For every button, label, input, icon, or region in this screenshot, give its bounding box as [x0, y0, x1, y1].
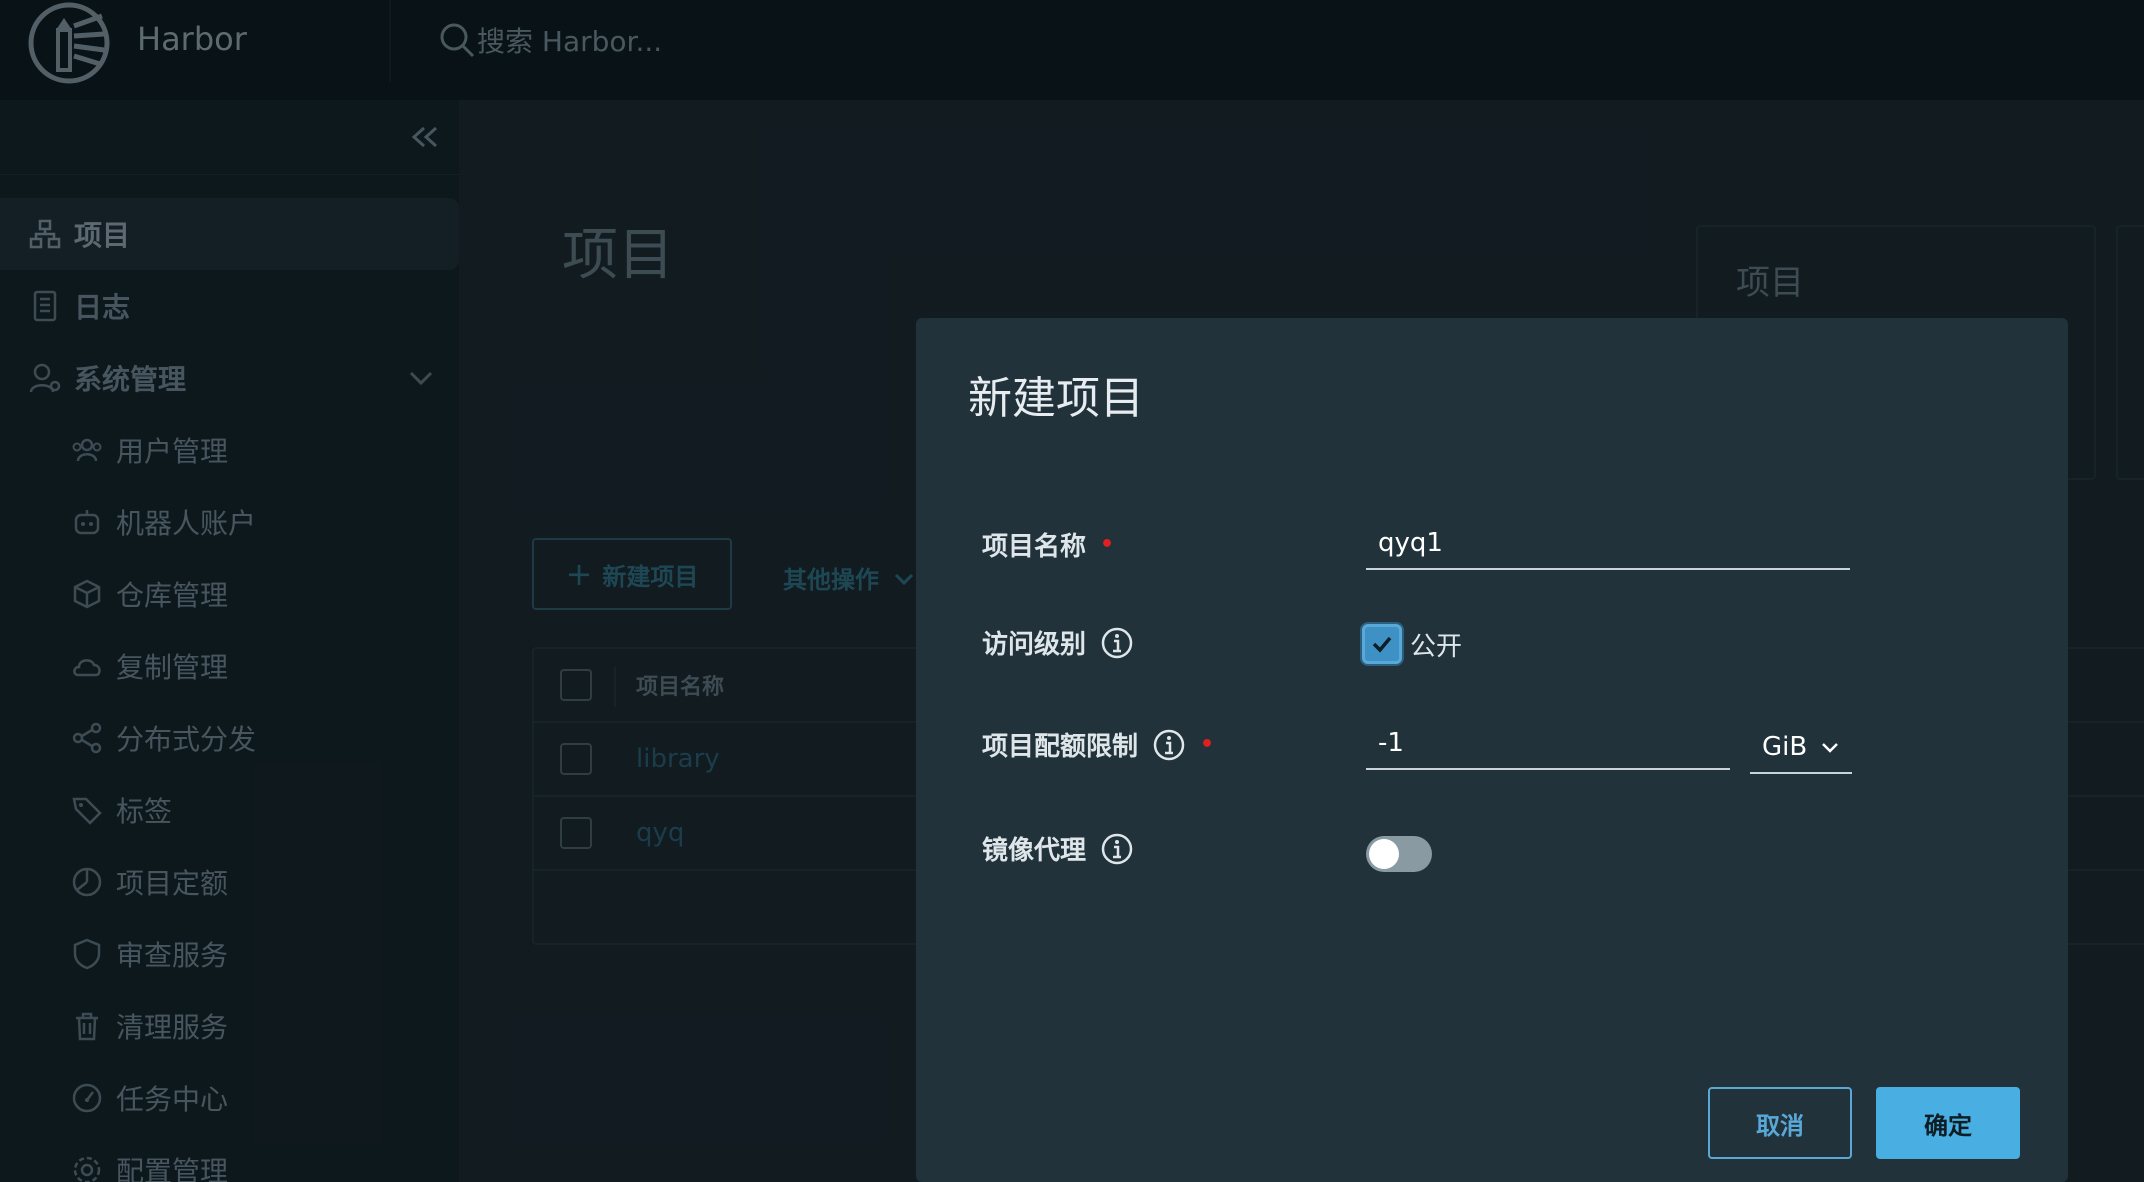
access-level-label-text: 访问级别 [982, 630, 1087, 660]
access-level-label: 访问级别 [982, 624, 1134, 661]
project-name-input[interactable]: qyq1 [1366, 518, 1850, 570]
toggle-knob [1369, 839, 1399, 869]
info-icon[interactable] [1152, 728, 1186, 762]
proxy-cache-toggle[interactable] [1366, 836, 1432, 872]
info-icon[interactable] [1100, 626, 1134, 660]
public-checkbox[interactable] [1362, 624, 1402, 664]
quota-label: 项目配额限制 • [982, 726, 1214, 763]
info-icon[interactable] [1100, 832, 1134, 866]
project-name-label: 项目名称 • [982, 526, 1114, 563]
proxy-cache-label: 镜像代理 [982, 830, 1134, 867]
chevron-down-icon [1822, 743, 1838, 753]
required-marker: • [1100, 532, 1115, 557]
required-marker: • [1200, 732, 1215, 757]
project-name-label-text: 项目名称 [982, 532, 1087, 562]
quota-unit-select[interactable]: GiB [1750, 722, 1852, 774]
new-project-dialog: 新建项目 项目名称 • qyq1 访问级别 公开 项目配额限制 • -1 GiB… [916, 318, 2068, 1182]
quota-unit-value: GiB [1762, 732, 1808, 762]
proxy-cache-label-text: 镜像代理 [982, 836, 1087, 866]
check-icon [1372, 636, 1392, 653]
public-label[interactable]: 公开 [1410, 626, 1462, 663]
cancel-button[interactable]: 取消 [1708, 1087, 1852, 1159]
dialog-title: 新建项目 [968, 373, 1144, 424]
confirm-button[interactable]: 确定 [1876, 1087, 2020, 1159]
quota-input[interactable]: -1 [1366, 718, 1730, 770]
quota-label-text: 项目配额限制 [982, 732, 1139, 762]
